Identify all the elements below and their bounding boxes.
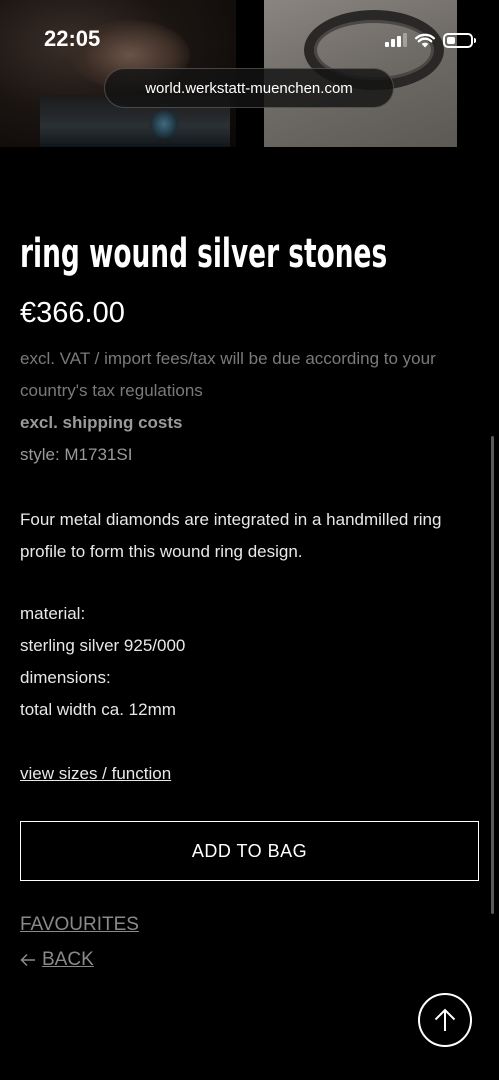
view-sizes-link[interactable]: view sizes / function [20,758,171,790]
shipping-note: excl. shipping costs [20,413,183,432]
spec-line: dimensions: [20,668,111,687]
scroll-to-top-button[interactable] [418,993,472,1047]
battery-icon [443,32,476,48]
add-to-bag-button[interactable]: ADD TO BAG [20,821,479,881]
product-description: Four metal diamonds are integrated in a … [20,510,442,561]
arrow-up-icon [434,1008,456,1031]
product-specs: material: sterling silver 925/000 dimens… [20,598,185,726]
back-link[interactable]: BACK [20,945,94,975]
status-icons [385,30,476,50]
cellular-signal-icon [385,33,407,47]
vat-note: excl. VAT / import fees/tax will be due … [20,349,436,400]
product-title: ring wound silver stones [20,231,388,277]
wifi-icon [415,33,435,47]
spec-line: material: [20,604,86,623]
scrollbar[interactable] [491,436,494,914]
product-price: €366.00 [20,297,125,329]
arrow-left-icon [20,953,35,967]
style-code: style: M1731SI [20,445,133,464]
favourites-link[interactable]: FAVOURITES [20,910,139,940]
back-label: BACK [42,949,94,970]
status-time: 22:05 [44,26,101,51]
address-bar[interactable]: world.werkstatt-muenchen.com [104,68,394,108]
spec-line: sterling silver 925/000 [20,636,186,655]
spec-line: total width ca. 12mm [20,700,176,719]
